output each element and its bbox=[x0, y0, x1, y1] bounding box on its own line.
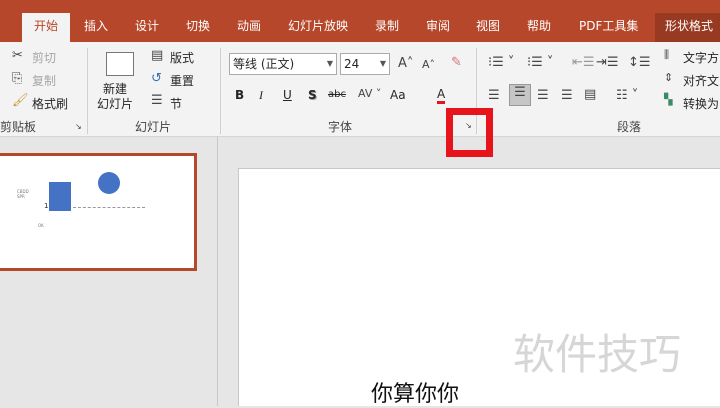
grow-font-icon[interactable]: A˄ bbox=[398, 56, 413, 71]
underline-button[interactable]: U bbox=[283, 88, 292, 102]
numbering-icon[interactable]: ⁝☰ ˅ bbox=[527, 55, 553, 70]
tab-pdf[interactable]: PDF工具集 bbox=[579, 13, 638, 42]
char-spacing-icon[interactable]: AV ˅ bbox=[358, 87, 381, 100]
layout-button[interactable]: 版式 bbox=[170, 49, 194, 66]
separator bbox=[87, 48, 88, 134]
title-bar bbox=[0, 0, 720, 13]
tab-record[interactable]: 录制 bbox=[375, 13, 399, 42]
align-center-icon[interactable]: ☰ bbox=[509, 84, 531, 106]
increase-indent-icon[interactable]: ⇥☰ bbox=[596, 55, 619, 70]
scissors-icon: ✂ bbox=[12, 48, 23, 63]
tab-design[interactable]: 设计 bbox=[135, 13, 159, 42]
font-size-value: 24 bbox=[344, 57, 360, 71]
ribbon-tabs: 开始 插入 设计 切换 动画 幻灯片放映 录制 审阅 视图 帮助 PDF工具集 … bbox=[0, 13, 720, 42]
cut-button[interactable]: 剪切 bbox=[32, 49, 56, 66]
convert-smartart-button[interactable]: 转换为 bbox=[683, 95, 719, 112]
thumb-text: CBDD SPR bbox=[17, 189, 29, 199]
thumb-circle bbox=[98, 172, 120, 194]
font-label: 字体 bbox=[328, 120, 353, 134]
separator bbox=[220, 48, 221, 134]
align-text-button[interactable]: 对齐文 bbox=[683, 72, 719, 89]
font-size-combo[interactable]: 24 ▼ bbox=[340, 53, 390, 75]
shadow-button[interactable]: S bbox=[308, 88, 317, 102]
new-slide-button[interactable]: 新建 幻灯片 bbox=[97, 82, 133, 112]
distributed-icon[interactable]: ▤ bbox=[584, 87, 596, 102]
line-spacing-icon[interactable]: ↕☰ bbox=[628, 55, 651, 70]
tab-transitions[interactable]: 切换 bbox=[186, 13, 210, 42]
layout-icon: ▤ bbox=[151, 48, 164, 63]
tab-view[interactable]: 视图 bbox=[476, 13, 500, 42]
thumb-text-ok: OK bbox=[38, 223, 44, 228]
bullets-icon[interactable]: ⁝☰ ˅ bbox=[488, 55, 514, 70]
new-slide-icon bbox=[106, 52, 134, 76]
section-button[interactable]: 节 bbox=[170, 95, 182, 112]
italic-button[interactable]: I bbox=[259, 88, 263, 103]
tab-insert[interactable]: 插入 bbox=[84, 13, 108, 42]
tab-help[interactable]: 帮助 bbox=[527, 13, 551, 42]
copy-button[interactable]: 复制 bbox=[32, 72, 56, 89]
thumb-rectangle bbox=[49, 182, 71, 211]
shrink-font-icon[interactable]: A˄ bbox=[422, 58, 435, 71]
clipboard-label: 剪贴板 bbox=[0, 120, 37, 134]
font-name-combo[interactable]: 等线 (正文) ▼ bbox=[229, 53, 337, 75]
columns-icon[interactable]: ☷ ˅ bbox=[616, 88, 638, 103]
font-name-value: 等线 (正文) bbox=[233, 57, 295, 71]
section-icon: ☰ bbox=[151, 93, 163, 108]
tab-home[interactable]: 开始 bbox=[22, 13, 70, 42]
tab-shape-format[interactable]: 形状格式 bbox=[655, 13, 720, 42]
copy-icon: ⎘ bbox=[12, 71, 23, 86]
clear-format-icon[interactable]: ✎ bbox=[451, 55, 462, 70]
ribbon: ✂ 剪切 ⎘ 复制 🖌 格式刷 剪贴板 ↘ 新建 幻灯片 ▤ 版式 ↺ 重置 ☰… bbox=[0, 42, 720, 137]
justify-icon[interactable]: ☰ bbox=[561, 88, 573, 103]
highlight-box bbox=[446, 108, 493, 157]
text-direction-icon: ⫼ bbox=[664, 48, 670, 61]
align-right-icon[interactable]: ☰ bbox=[537, 88, 549, 103]
reset-button[interactable]: 重置 bbox=[170, 72, 194, 89]
paragraph-label: 段落 bbox=[617, 120, 642, 134]
bold-button[interactable]: B bbox=[235, 88, 244, 102]
brush-icon: 🖌 bbox=[12, 93, 29, 108]
slides-label: 幻灯片 bbox=[135, 120, 172, 134]
slide-thumbnail[interactable]: CBDD SPR 1 OK bbox=[0, 153, 197, 271]
chevron-down-icon[interactable]: ▼ bbox=[380, 54, 386, 74]
decrease-indent-icon[interactable]: ⇤☰ bbox=[572, 55, 595, 70]
clipboard-launcher-icon[interactable]: ↘ bbox=[75, 122, 82, 131]
strikethrough-button[interactable]: abc bbox=[328, 89, 346, 100]
reset-icon: ↺ bbox=[151, 71, 162, 86]
text-direction-button[interactable]: 文字方 bbox=[683, 49, 719, 66]
slide-canvas[interactable]: 软件技巧 你算你你 bbox=[238, 168, 720, 408]
thumb-number: 1 bbox=[44, 202, 49, 210]
chevron-down-icon[interactable]: ▼ bbox=[327, 54, 333, 74]
thumb-dashed-line bbox=[73, 207, 145, 208]
font-color-button[interactable]: A bbox=[437, 87, 446, 104]
tab-review[interactable]: 审阅 bbox=[426, 13, 450, 42]
smartart-icon: ▚ bbox=[664, 93, 673, 106]
tab-file[interactable] bbox=[0, 13, 8, 42]
align-text-icon: ⇕ bbox=[664, 71, 674, 84]
align-left-icon[interactable]: ☰ bbox=[488, 88, 500, 103]
watermark: 软件技巧 bbox=[513, 330, 682, 379]
tab-slideshow[interactable]: 幻灯片放映 bbox=[288, 13, 348, 42]
change-case-button[interactable]: Aa bbox=[390, 88, 406, 102]
slide-text[interactable]: 你算你你 bbox=[371, 376, 459, 408]
format-painter-button[interactable]: 格式刷 bbox=[32, 95, 68, 112]
tab-animations[interactable]: 动画 bbox=[237, 13, 261, 42]
